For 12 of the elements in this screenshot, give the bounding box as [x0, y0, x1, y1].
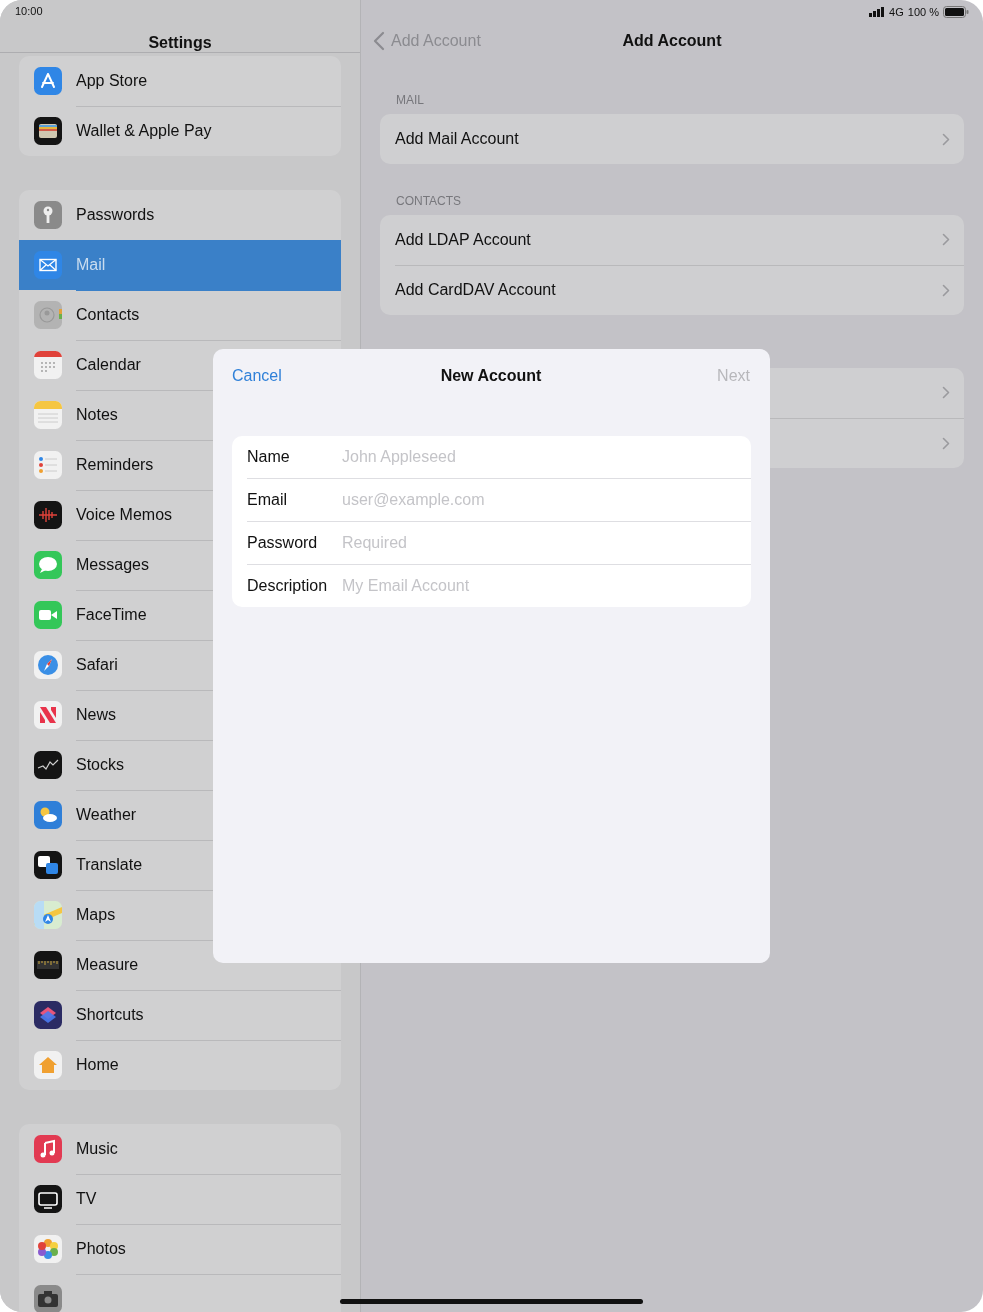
page-title: Add Account [622, 32, 722, 50]
sidebar-title: Settings [148, 34, 212, 52]
section-header: CONTACTS [395, 193, 463, 210]
battery-label: 100 % [907, 6, 939, 18]
network-label: 4G [889, 6, 904, 18]
modal-title: New Account [440, 367, 542, 385]
status-time: 10:00 [15, 5, 43, 17]
field-label: Password [247, 534, 319, 552]
section-header: MAIL [395, 92, 425, 109]
field-label: Description [247, 577, 329, 595]
field-label: Email [247, 491, 288, 509]
field-label: Name [247, 448, 291, 466]
